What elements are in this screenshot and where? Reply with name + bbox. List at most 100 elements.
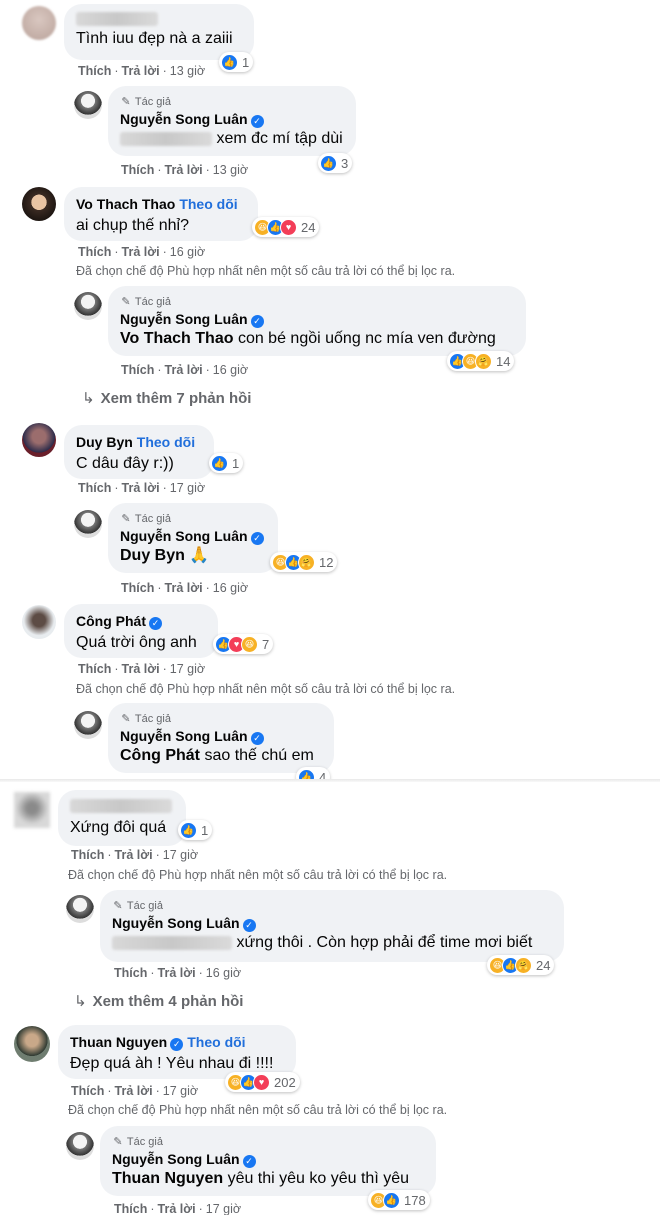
view-more-label[interactable]: Xem thêm 4 phản hồi: [93, 993, 244, 1010]
verified-badge-icon: ✓: [250, 315, 264, 328]
like-link[interactable]: Thích: [71, 848, 104, 862]
comment-time[interactable]: 16 giờ: [213, 363, 248, 377]
mention-link[interactable]: Thuan Nguyen: [112, 1170, 223, 1187]
comment-time[interactable]: 17 giờ: [206, 1202, 241, 1215]
commenter-name[interactable]: Nguyễn Song Luân ✓: [120, 110, 344, 128]
reply-link[interactable]: Trả lời: [122, 662, 160, 676]
reaction-summary[interactable]: 😆 👍 ♥ 24: [252, 217, 320, 237]
reaction-summary[interactable]: 👍 1: [178, 820, 213, 840]
author-avatar[interactable]: [74, 292, 102, 320]
commenter-name[interactable]: Vo Thach Thao Theo dõi: [76, 195, 246, 213]
like-link[interactable]: Thích: [121, 581, 154, 595]
reaction-summary[interactable]: 👍 😆 🤗 14: [447, 351, 515, 371]
reply-bubble: ✎ Tác giả Nguyễn Song Luân ✓ xem đc mí tậ…: [108, 86, 356, 156]
comment-time[interactable]: 13 giờ: [170, 64, 205, 78]
comment-time[interactable]: 13 giờ: [213, 163, 248, 177]
commenter-name-text[interactable]: Nguyễn Song Luân: [112, 915, 240, 931]
commenter-name[interactable]: Nguyễn Song Luân ✓: [120, 527, 266, 545]
follow-link[interactable]: Theo dõi: [179, 196, 237, 212]
commenter-avatar[interactable]: [22, 187, 56, 221]
commenter-avatar[interactable]: [14, 1026, 50, 1062]
reaction-summary[interactable]: 😆 👍 🤗 12: [270, 552, 338, 572]
like-link[interactable]: Thích: [78, 481, 111, 495]
commenter-name-text[interactable]: Nguyễn Song Luân: [120, 528, 248, 544]
reply-text-line: xứng thôi . Còn hợp phải để time mơi biế…: [112, 932, 552, 954]
commenter-name[interactable]: Công Phát ✓: [76, 612, 206, 630]
comment-actions: Thích · Trả lời · 17 giờ: [71, 848, 199, 862]
follow-link[interactable]: Theo dõi: [137, 434, 195, 450]
like-link[interactable]: Thích: [121, 363, 154, 377]
comment-time[interactable]: 16 giờ: [170, 245, 205, 259]
commenter-name[interactable]: Nguyễn Song Luân ✓: [112, 914, 552, 932]
like-link[interactable]: Thích: [121, 163, 154, 177]
comment-bubble: Vo Thach Thao Theo dõi ai chụp thế nhỉ?: [64, 187, 258, 241]
reply-link[interactable]: Trả lời: [122, 245, 160, 259]
commenter-name[interactable]: Nguyễn Song Luân ✓: [112, 1150, 424, 1168]
follow-link[interactable]: Theo dõi: [187, 1034, 245, 1050]
reaction-summary[interactable]: 👍 1: [219, 52, 254, 72]
reaction-summary[interactable]: 👍 1: [209, 453, 244, 473]
like-link[interactable]: Thích: [114, 1202, 147, 1215]
commenter-name-text[interactable]: Duy Byn: [76, 434, 133, 450]
mention-link[interactable]: Vo Thach Thao: [120, 330, 233, 347]
commenter-name[interactable]: Thuan Nguyen ✓ Theo dõi: [70, 1033, 284, 1051]
pencil-icon: ✎: [121, 96, 131, 108]
reply-link[interactable]: Trả lời: [165, 163, 203, 177]
author-avatar[interactable]: [66, 1132, 94, 1160]
reply-link[interactable]: Trả lời: [115, 848, 153, 862]
commenter-name-text[interactable]: Nguyễn Song Luân: [120, 311, 248, 327]
view-more-label[interactable]: Xem thêm 7 phản hồi: [101, 390, 252, 407]
like-link[interactable]: Thích: [78, 245, 111, 259]
author-avatar[interactable]: [74, 91, 102, 119]
reaction-summary[interactable]: 😆 👍 ♥ 202: [225, 1072, 300, 1092]
verified-badge-icon: ✓: [250, 732, 264, 745]
author-avatar[interactable]: [66, 895, 94, 923]
commenter-name[interactable]: Nguyễn Song Luân ✓: [120, 310, 514, 328]
comment-time[interactable]: 17 giờ: [163, 848, 198, 862]
comment-time[interactable]: 17 giờ: [170, 481, 205, 495]
reaction-summary[interactable]: 👍 3: [318, 153, 353, 173]
reply-actions: Thích · Trả lời · 16 giờ: [121, 581, 249, 595]
reply-link[interactable]: Trả lời: [122, 64, 160, 78]
commenter-name-text[interactable]: Vo Thach Thao: [76, 196, 175, 212]
comment-time[interactable]: 16 giờ: [206, 966, 241, 980]
comment-time[interactable]: 17 giờ: [163, 1084, 198, 1098]
commenter-name-text[interactable]: Nguyễn Song Luân: [112, 1151, 240, 1167]
reply-link[interactable]: Trả lời: [158, 1202, 196, 1215]
mention-link[interactable]: Duy Byn: [120, 547, 185, 564]
reply-link[interactable]: Trả lời: [158, 966, 196, 980]
reply-link[interactable]: Trả lời: [115, 1084, 153, 1098]
reply-link[interactable]: Trả lời: [165, 581, 203, 595]
verified-badge-icon: ✓: [250, 115, 264, 128]
commenter-name-text[interactable]: Nguyễn Song Luân: [120, 728, 248, 744]
view-more-replies[interactable]: ↳ Xem thêm 7 phản hồi: [82, 389, 251, 407]
reaction-summary[interactable]: 😆 👍 🤗 24: [487, 955, 555, 975]
commenter-name-text[interactable]: Thuan Nguyen: [70, 1034, 167, 1050]
commenter-name[interactable]: Nguyễn Song Luân ✓: [120, 727, 322, 745]
comment-actions: Thích · Trả lời · 16 giờ: [78, 245, 206, 259]
commenter-avatar[interactable]: [22, 605, 56, 639]
comment-time[interactable]: 16 giờ: [213, 581, 248, 595]
commenter-name-text[interactable]: Công Phát: [76, 613, 146, 629]
commenter-name-blurred: [70, 797, 174, 813]
commenter-avatar-blurred[interactable]: [22, 6, 56, 40]
like-link[interactable]: Thích: [71, 1084, 104, 1098]
reply-link[interactable]: Trả lời: [165, 363, 203, 377]
view-more-replies[interactable]: ↳ Xem thêm 4 phản hồi: [74, 992, 243, 1010]
commenter-avatar[interactable]: [22, 423, 56, 457]
mention-link[interactable]: Công Phát: [120, 747, 200, 764]
commenter-name-text[interactable]: Nguyễn Song Luân: [120, 111, 248, 127]
author-avatar[interactable]: [74, 510, 102, 538]
author-avatar[interactable]: [74, 711, 102, 739]
reply-link[interactable]: Trả lời: [122, 481, 160, 495]
like-link[interactable]: Thích: [78, 662, 111, 676]
like-link[interactable]: Thích: [114, 966, 147, 980]
commenter-avatar-blurred[interactable]: [14, 792, 50, 828]
reaction-summary[interactable]: 👍 ♥ 😆 7: [213, 634, 274, 654]
reaction-summary[interactable]: 😆 👍 178: [368, 1190, 430, 1210]
like-link[interactable]: Thích: [78, 64, 111, 78]
comment-time[interactable]: 17 giờ: [170, 662, 205, 676]
reply-text: sao thế chú em: [204, 747, 314, 764]
comment-bubble: Thuan Nguyen ✓ Theo dõi Đẹp quá àh ! Yêu n…: [58, 1025, 296, 1079]
commenter-name[interactable]: Duy Byn Theo dõi: [76, 433, 202, 451]
